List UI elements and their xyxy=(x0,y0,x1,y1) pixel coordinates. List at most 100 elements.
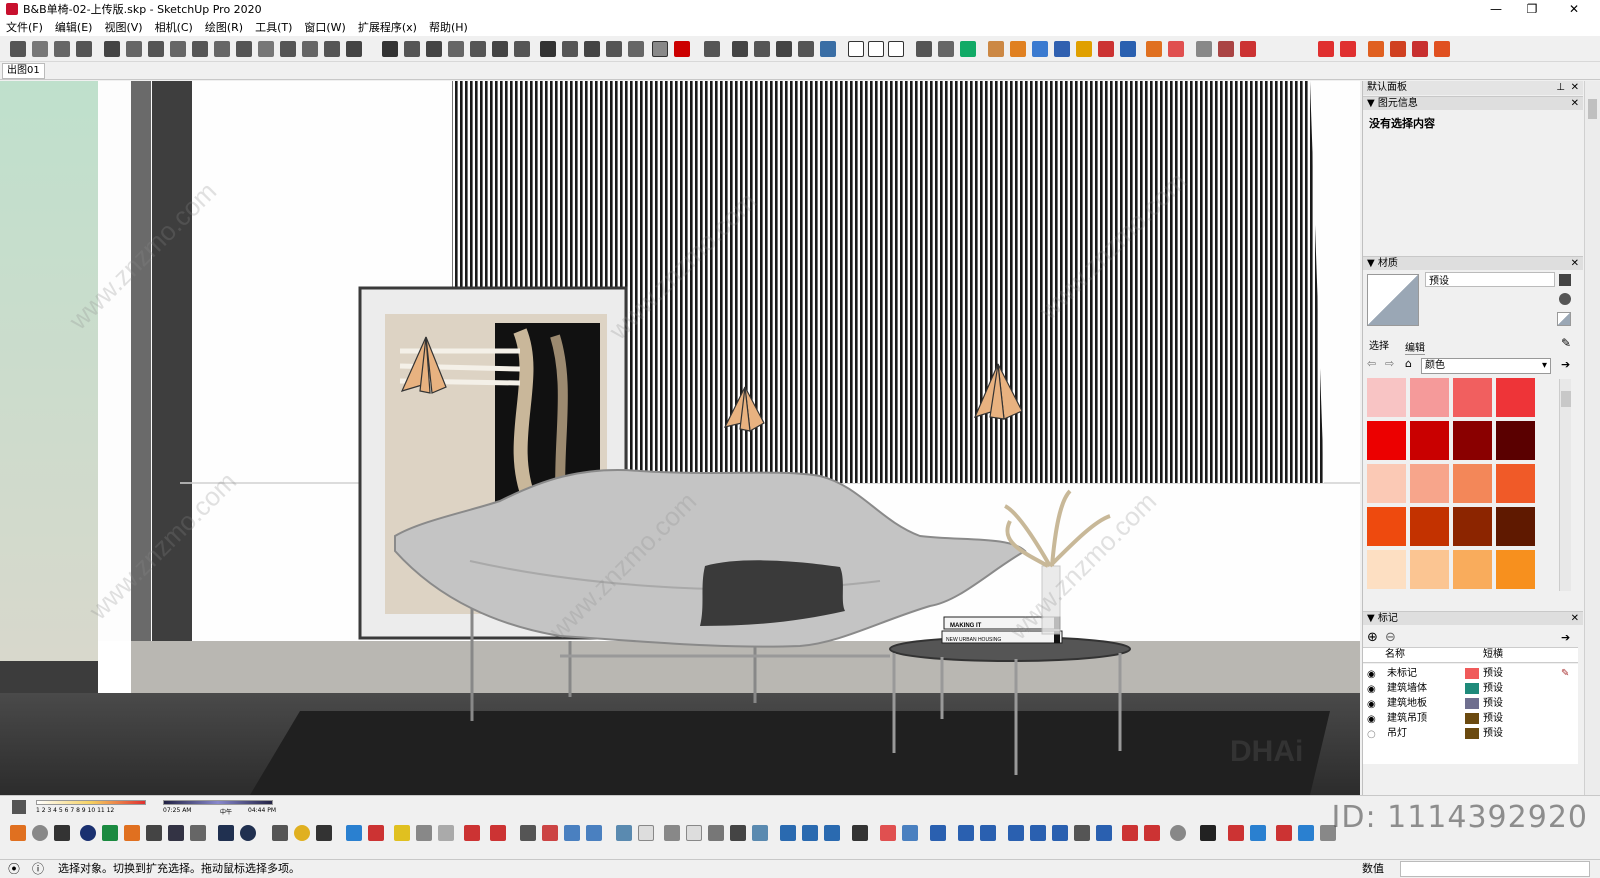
color-swatch[interactable] xyxy=(1367,378,1406,417)
details-arrow-icon[interactable]: ➔ xyxy=(1561,358,1570,371)
plugin-j-icon[interactable] xyxy=(1196,41,1212,57)
plugin-b-icon[interactable] xyxy=(1010,41,1026,57)
warehouse-icon[interactable] xyxy=(652,41,668,57)
tab-edit[interactable]: 编辑 xyxy=(1405,339,1425,355)
bottom-tool-37-icon[interactable] xyxy=(980,825,996,841)
top-view-icon[interactable] xyxy=(732,41,748,57)
bottom-tool-36-icon[interactable] xyxy=(958,825,974,841)
settings-icon[interactable] xyxy=(1170,825,1186,841)
plugin-h-icon[interactable] xyxy=(1146,41,1162,57)
info-icon[interactable] xyxy=(240,825,256,841)
remove-tag-icon[interactable]: ⊖ xyxy=(1385,630,1396,645)
shadow-toggle-icon[interactable] xyxy=(12,800,26,814)
bottom-tool-29-icon[interactable] xyxy=(780,825,796,841)
plugin-f-icon[interactable] xyxy=(1098,41,1114,57)
menu-help[interactable]: 帮助(H) xyxy=(429,19,468,35)
date-slider[interactable] xyxy=(36,800,146,805)
bottom-tool-6-icon[interactable] xyxy=(124,825,140,841)
plugin-e-icon[interactable] xyxy=(1076,41,1092,57)
restore-button[interactable]: ❐ xyxy=(1514,0,1550,18)
bottom-tool-22-icon[interactable] xyxy=(616,825,632,841)
eye-icon[interactable]: ◉ xyxy=(1367,712,1379,727)
paint-icon[interactable] xyxy=(628,41,644,57)
color-swatch[interactable] xyxy=(1367,507,1406,546)
bottom-tool-33-icon[interactable] xyxy=(880,825,896,841)
bottom-tool-9-icon[interactable] xyxy=(190,825,206,841)
menu-draw[interactable]: 绘图(R) xyxy=(205,19,243,35)
info-circle-icon[interactable]: ⓘ xyxy=(32,860,44,878)
color-swatch[interactable] xyxy=(1453,550,1492,589)
select-tool-icon[interactable] xyxy=(10,41,26,57)
sample-paint-icon[interactable] xyxy=(1559,293,1571,305)
followme-tool-icon[interactable] xyxy=(214,41,230,57)
minimize-button[interactable]: — xyxy=(1478,0,1514,18)
bottom-tool-27-icon[interactable] xyxy=(730,825,746,841)
bottom-tool-5-icon[interactable] xyxy=(102,825,118,841)
plugin-m-icon[interactable] xyxy=(1318,41,1334,57)
extension-warehouse-icon[interactable] xyxy=(674,41,690,57)
menu-file[interactable]: 文件(F) xyxy=(6,19,43,35)
plugin-k-icon[interactable] xyxy=(1218,41,1234,57)
sandbox-icon[interactable] xyxy=(470,41,486,57)
plugin-a-icon[interactable] xyxy=(988,41,1004,57)
eye-hidden-icon[interactable]: ○ xyxy=(1367,727,1379,742)
forward-arrow-icon[interactable]: ⇨ xyxy=(1385,357,1394,370)
pencil-icon[interactable] xyxy=(916,41,932,57)
tag-row[interactable]: ◉ 建筑地板 预设 xyxy=(1365,696,1575,711)
line-tool-icon[interactable] xyxy=(54,41,70,57)
bottom-tool-11-icon[interactable] xyxy=(346,825,362,841)
bottom-tool-39-icon[interactable] xyxy=(1030,825,1046,841)
bottom-tool-2-icon[interactable] xyxy=(32,825,48,841)
trash-icon[interactable] xyxy=(1228,825,1244,841)
eye-icon[interactable]: ◉ xyxy=(1367,682,1379,697)
library-dropdown[interactable]: 颜色 ▾ xyxy=(1421,358,1551,374)
pan-tool-icon[interactable] xyxy=(404,41,420,57)
stamp-icon[interactable] xyxy=(492,41,508,57)
move-tool-icon[interactable] xyxy=(104,41,120,57)
outliner-icon[interactable] xyxy=(272,825,288,841)
plugin-i-icon[interactable] xyxy=(1168,41,1184,57)
plugin-p-icon[interactable] xyxy=(1390,41,1406,57)
color-swatch[interactable] xyxy=(1410,378,1449,417)
color-swatch[interactable] xyxy=(1367,550,1406,589)
text-tool-icon[interactable] xyxy=(324,41,340,57)
zoom-extents-icon[interactable] xyxy=(448,41,464,57)
plugin-o-icon[interactable] xyxy=(1368,41,1384,57)
protractor-tool-icon[interactable] xyxy=(302,41,318,57)
material-name-field[interactable] xyxy=(1425,272,1555,287)
bottom-tool-45-icon[interactable] xyxy=(1200,825,1216,841)
plugin-l-icon[interactable] xyxy=(1240,41,1256,57)
materials-close-icon[interactable]: ✕ xyxy=(1571,257,1579,271)
section-plane-icon[interactable] xyxy=(540,41,556,57)
scene-tab-01[interactable]: 出图01 xyxy=(2,63,45,79)
bottom-tool-19-icon[interactable] xyxy=(542,825,558,841)
dimension-icon[interactable] xyxy=(938,41,954,57)
light-icon[interactable] xyxy=(294,825,310,841)
color-swatch[interactable] xyxy=(1496,550,1535,589)
bottom-tool-10-icon[interactable] xyxy=(218,825,234,841)
front-view-icon[interactable] xyxy=(754,41,770,57)
chart-tool-icon[interactable] xyxy=(76,41,92,57)
component-icon[interactable] xyxy=(32,41,48,57)
bottom-tool-18-icon[interactable] xyxy=(520,825,536,841)
tray-scroll-thumb[interactable] xyxy=(1588,99,1597,119)
pin-icon[interactable]: ⊥ xyxy=(1556,81,1565,95)
scroll-thumb[interactable] xyxy=(1561,391,1571,407)
model-viewport[interactable]: MAKING IT NEW URBAN HOUSING DHAi 知末 www.… xyxy=(0,81,1360,795)
color-swatch[interactable] xyxy=(1410,421,1449,460)
add-tag-icon[interactable]: ⊕ xyxy=(1367,630,1378,645)
bottom-tool-38-icon[interactable] xyxy=(1008,825,1024,841)
bottom-tool-35-icon[interactable] xyxy=(930,825,946,841)
bottom-tool-34-icon[interactable] xyxy=(902,825,918,841)
tag-row[interactable]: ◉ 建筑墙体 预设 xyxy=(1365,681,1575,696)
menu-view[interactable]: 视图(V) xyxy=(104,19,142,35)
bottom-tool-47-icon[interactable] xyxy=(1276,825,1292,841)
color-swatch[interactable] xyxy=(1410,464,1449,503)
wireframe-icon[interactable] xyxy=(868,41,884,57)
eyedropper-icon[interactable]: ✎ xyxy=(1561,336,1571,350)
style-icon[interactable] xyxy=(316,825,332,841)
rotate-tool-icon[interactable] xyxy=(170,41,186,57)
menu-camera[interactable]: 相机(C) xyxy=(155,19,193,35)
color-swatch[interactable] xyxy=(1453,421,1492,460)
bottom-tool-30-icon[interactable] xyxy=(802,825,818,841)
